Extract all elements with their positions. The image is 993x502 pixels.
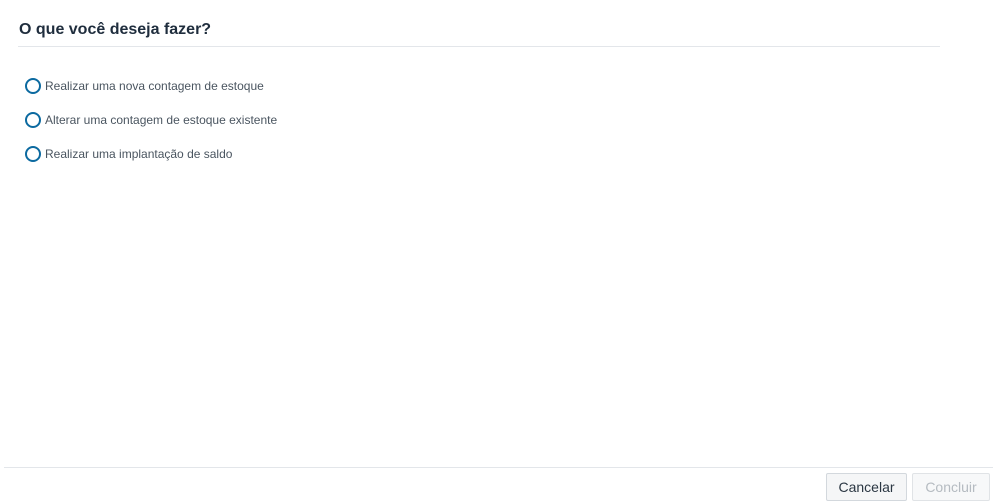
option-balance-setup[interactable]: Realizar uma implantação de saldo (25, 146, 277, 162)
radio-button-edit-count[interactable] (25, 112, 41, 128)
option-new-count[interactable]: Realizar uma nova contagem de estoque (25, 78, 277, 94)
dialog-title: O que você deseja fazer? (19, 21, 212, 38)
radio-button-new-count[interactable] (25, 78, 41, 94)
dialog: O que você deseja fazer? Realizar uma no… (0, 0, 993, 502)
option-edit-count[interactable]: Alterar uma contagem de estoque existent… (25, 112, 277, 128)
option-group: Realizar uma nova contagem de estoque Al… (25, 78, 277, 180)
cancel-button[interactable]: Cancelar (826, 473, 907, 501)
confirm-button[interactable]: Concluir (912, 473, 990, 501)
radio-button-balance-setup[interactable] (25, 146, 41, 162)
dialog-header: O que você deseja fazer? (18, 0, 940, 47)
option-label-edit-count: Alterar uma contagem de estoque existent… (45, 113, 278, 127)
option-label-new-count: Realizar uma nova contagem de estoque (45, 79, 264, 93)
option-label-balance-setup: Realizar uma implantação de saldo (45, 147, 233, 161)
dialog-footer: Cancelar Concluir (4, 467, 993, 502)
